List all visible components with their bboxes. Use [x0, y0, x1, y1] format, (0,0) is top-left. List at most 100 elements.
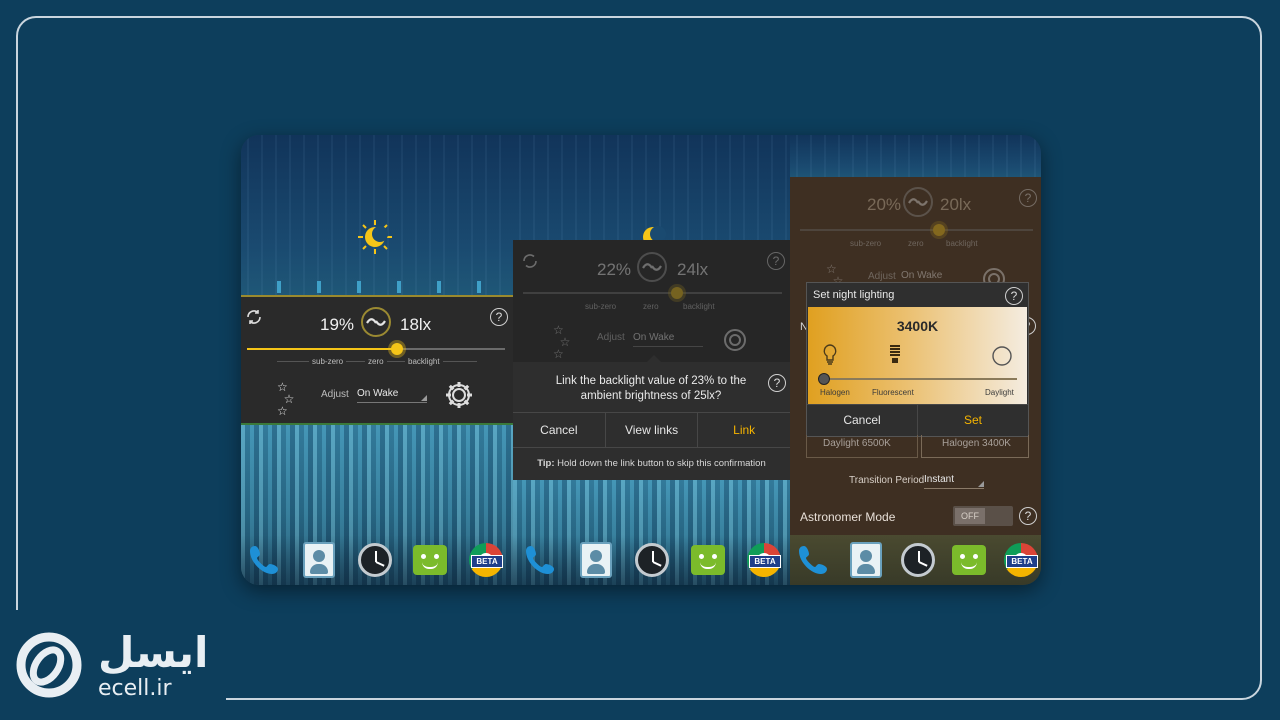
dock-messaging[interactable] [689, 541, 727, 579]
dock-contacts[interactable] [300, 541, 338, 579]
dialog-message: Link the backlight value of 23% to the a… [555, 375, 747, 402]
dock-chrome-beta[interactable]: BETA [745, 541, 783, 579]
cancel-button[interactable]: Cancel [513, 413, 606, 447]
link-chain-icon [366, 318, 386, 326]
bulb-label-fluorescent: Fluorescent [872, 388, 914, 397]
logo-domain-text: ecell.ir [98, 676, 172, 701]
messaging-icon [413, 545, 447, 575]
link-chain-icon [642, 263, 662, 271]
app-dock: BETA [241, 535, 513, 585]
cancel-button[interactable]: Cancel [807, 405, 918, 435]
halogen-bulb-icon [823, 344, 837, 365]
help-icon: ? [767, 252, 785, 270]
help-icon[interactable]: ? [1005, 287, 1023, 305]
night-stars-icon: ☆ ☆ ☆ [277, 380, 295, 418]
panel-1: 19% 18lx ? sub-zero zero backlight ☆ ☆ ☆ … [241, 135, 513, 585]
scale-label-sub-zero: sub-zero [850, 239, 882, 248]
link-confirm-button[interactable]: Link [698, 413, 790, 447]
temperature-slider-track[interactable] [822, 378, 1017, 380]
help-icon: ? [1019, 189, 1037, 207]
set-button[interactable]: Set [918, 405, 1028, 435]
help-icon[interactable]: ? [490, 308, 508, 326]
color-temperature-picker[interactable]: 3400K Halogen Fluorescent Daylight [808, 307, 1027, 405]
panel-3: 20% 20lx ? sub-zero zero backlight ☆ ☆ A… [790, 135, 1041, 585]
dock-chrome-beta[interactable]: BETA [1002, 541, 1040, 579]
sun-moon-icon [358, 220, 392, 254]
astronomer-mode-label: Astronomer Mode [800, 510, 896, 524]
dock-messaging[interactable] [950, 541, 988, 579]
preset-halogen-button[interactable]: Halogen 3400K [921, 435, 1029, 458]
horizon-ticks [241, 281, 513, 293]
dock-contacts[interactable] [577, 541, 615, 579]
dock-clock[interactable] [356, 541, 394, 579]
settings-gear-icon[interactable] [443, 379, 475, 411]
dock-contacts[interactable] [847, 541, 885, 579]
dialog-title: Set night lighting [813, 289, 895, 301]
link-confirm-dialog: Link the backlight value of 23% to the a… [513, 355, 790, 480]
dock-chrome-beta[interactable]: BETA [467, 541, 505, 579]
adjust-mode-value: On Wake [901, 270, 943, 281]
dock-phone[interactable] [245, 541, 283, 579]
scale-label-zero: zero [908, 239, 924, 248]
panel-top-border [241, 295, 513, 297]
brightness-slider-knob[interactable] [391, 343, 403, 355]
dropdown-arrow-icon [978, 481, 984, 487]
brightness-slider-fill [247, 348, 397, 350]
adjust-mode-select[interactable]: On Wake [357, 388, 427, 403]
slider-track [800, 229, 1033, 231]
adjust-mode-select: On Wake [633, 332, 703, 347]
temperature-value: 3400K [896, 318, 939, 334]
view-links-button[interactable]: View links [606, 413, 699, 447]
app-dock: BETA [790, 535, 1041, 585]
beta-badge: BETA [749, 555, 781, 568]
scale-label-sub-zero: sub-zero [585, 302, 617, 311]
backlight-percent: 19% [320, 315, 355, 334]
link-chain-icon [908, 198, 928, 206]
sync-icon[interactable] [245, 308, 263, 326]
help-icon[interactable]: ? [1019, 507, 1037, 525]
sync-icon [523, 254, 537, 268]
chrome-beta-icon: BETA [747, 543, 781, 577]
night-lighting-dialog: Set night lighting ? 3400K Halogen Fluor… [806, 282, 1029, 437]
phone-icon [799, 546, 827, 574]
dock-clock[interactable] [899, 541, 937, 579]
dock-messaging[interactable] [411, 541, 449, 579]
panel-2: 22% 24lx ? sub-zero zero backlight ☆ ☆ ☆ … [513, 135, 790, 585]
fluorescent-bulb-icon [890, 345, 900, 363]
transition-period-select[interactable]: Instant [924, 474, 984, 489]
bulb-label-halogen: Halogen [820, 388, 850, 397]
dialog-pointer [647, 355, 661, 362]
messaging-icon [952, 545, 986, 575]
dimmed-controls: 22% 24lx ? sub-zero zero backlight ☆ ☆ ☆ … [513, 240, 790, 362]
clock-icon [635, 543, 669, 577]
help-icon[interactable]: ? [768, 374, 786, 392]
sky-background [790, 135, 1041, 295]
clock-icon [358, 543, 392, 577]
chrome-beta-icon: BETA [1004, 543, 1038, 577]
tip-text: Hold down the link button to skip this c… [557, 458, 766, 469]
chrome-beta-icon: BETA [469, 543, 503, 577]
adjust-label: Adjust [321, 389, 349, 400]
brightness-control-panel-dimmed: 22% 24lx ? sub-zero zero backlight ☆ ☆ ☆ … [513, 240, 790, 362]
dock-phone[interactable] [521, 541, 559, 579]
temperature-slider-knob[interactable] [818, 373, 830, 385]
dock-clock[interactable] [633, 541, 671, 579]
bulb-label-daylight: Daylight [985, 388, 1014, 397]
scale-label-zero: zero [365, 357, 387, 366]
contacts-icon [850, 542, 882, 578]
astronomer-mode-toggle[interactable]: OFF [953, 506, 1013, 526]
settings-gear-icon [724, 329, 746, 351]
adjust-mode-value: On Wake [357, 388, 399, 399]
link-button[interactable] [361, 307, 391, 337]
backlight-percent: 22% [597, 260, 632, 279]
dock-phone[interactable] [794, 541, 832, 579]
backlight-percent: 20% [867, 195, 902, 214]
slider-knob [671, 287, 683, 299]
night-stars-icon: ☆ ☆ ☆ [553, 323, 571, 361]
dropdown-arrow-icon [421, 395, 427, 401]
tip-label: Tip: [537, 458, 555, 469]
preset-daylight-button[interactable]: Daylight 6500K [806, 435, 918, 458]
scale-label-sub-zero: sub-zero [309, 357, 347, 366]
daylight-bulb-icon [992, 346, 1012, 366]
ecell-logo: ایسل ecell.ir [14, 626, 219, 706]
